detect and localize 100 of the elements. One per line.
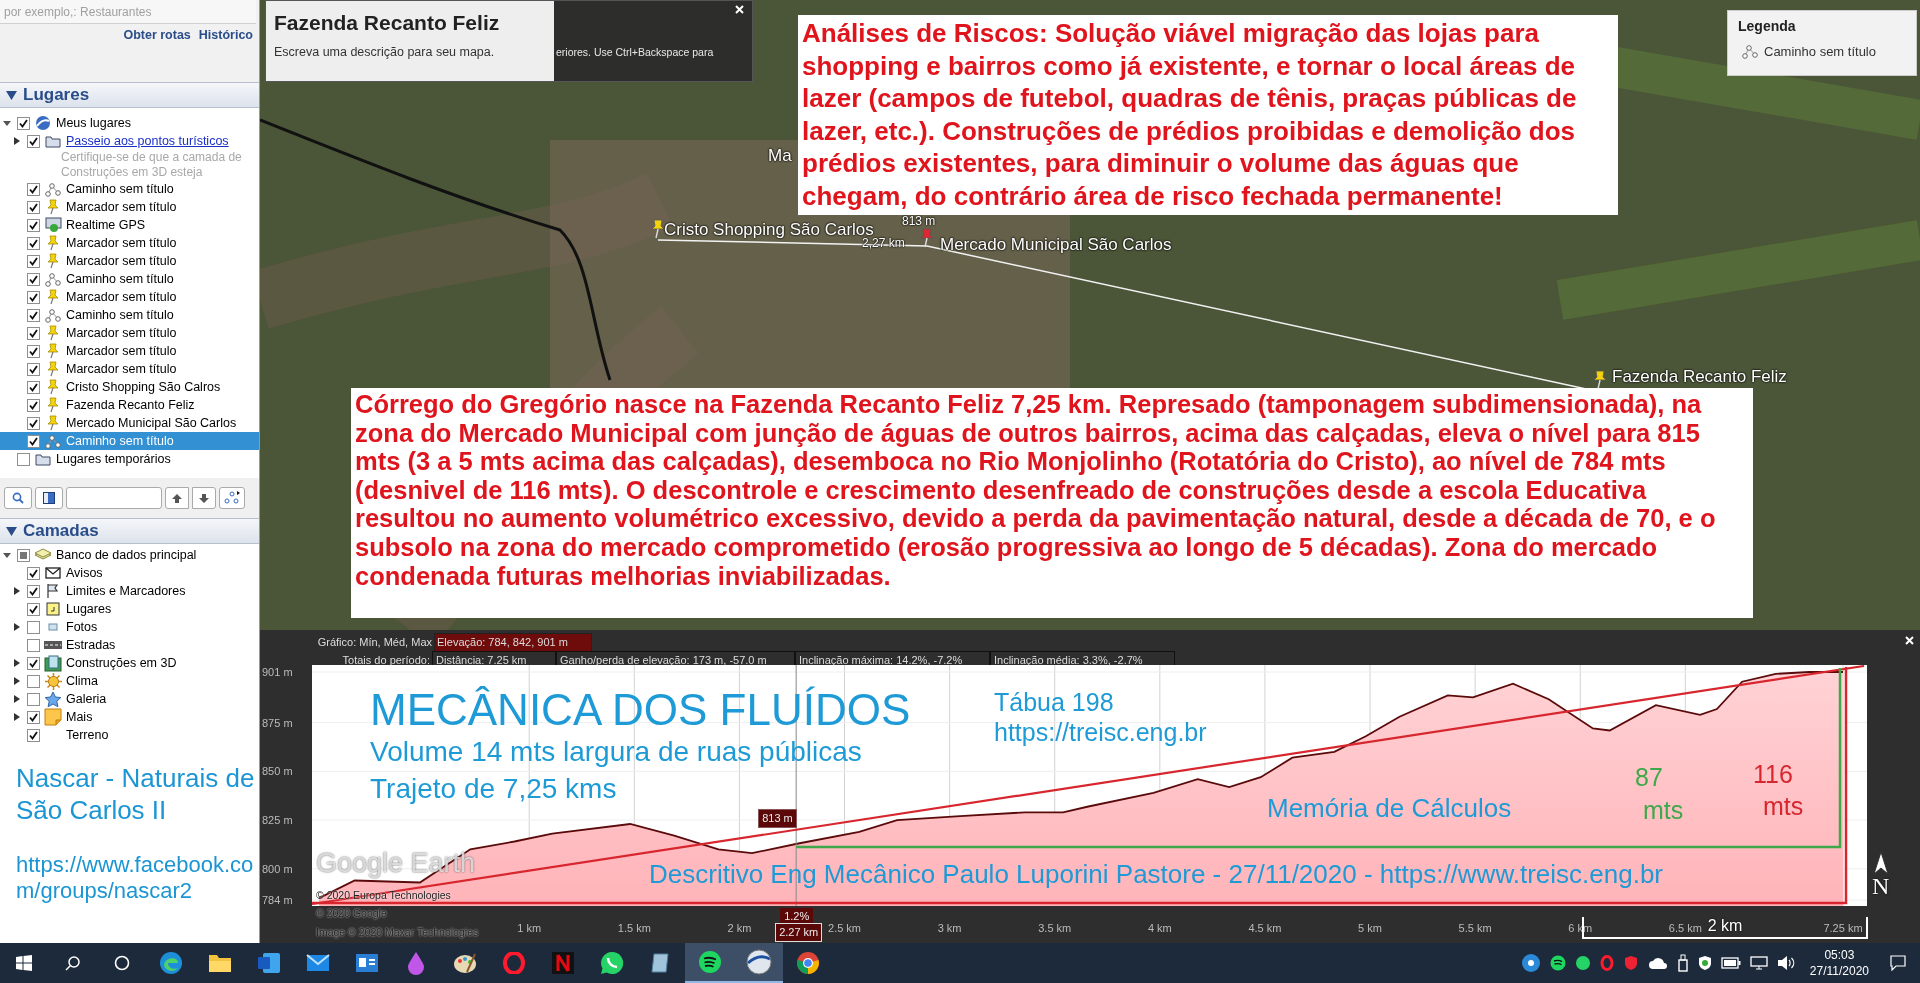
- checkbox[interactable]: [27, 434, 40, 448]
- tree-item[interactable]: Construções em 3D: [0, 654, 259, 672]
- checkbox[interactable]: [27, 692, 40, 706]
- move-down-button[interactable]: [192, 487, 216, 509]
- checkbox[interactable]: [27, 566, 40, 580]
- checkbox[interactable]: [27, 236, 40, 250]
- checkbox[interactable]: [27, 674, 40, 688]
- tree-item[interactable]: Lugares temporários: [0, 450, 259, 468]
- tree-item[interactable]: Caminho sem título: [0, 270, 259, 288]
- expanded-arrow-icon[interactable]: [3, 118, 13, 128]
- tree-item[interactable]: Limites e Marcadores: [0, 582, 259, 600]
- checkbox[interactable]: [27, 380, 40, 394]
- checkbox[interactable]: [27, 134, 40, 148]
- ring-icon[interactable]: [1599, 955, 1614, 971]
- close-button[interactable]: [1905, 636, 1914, 645]
- tree-item[interactable]: Estradas: [0, 636, 259, 654]
- tree-item[interactable]: Passeio aos pontos turísticos: [0, 132, 259, 150]
- risk-note: Análises de Riscos: Solução viável migração das lojas para shopping e bairros como já existente, e tornar o local áreas de lazer (campos de futebol, quadras de tênis, praças públicas de lazer, etc.). Construções de prédios proibidas e demolição dos prédios existentes, para diminuir o volume das águas que chegam, do contrário área de risco fechada permanente!: [798, 15, 1618, 215]
- tree-item[interactable]: Marcador sem título: [0, 252, 259, 270]
- checkbox[interactable]: [27, 710, 40, 724]
- checkbox[interactable]: [27, 344, 40, 358]
- checkbox[interactable]: [27, 272, 40, 286]
- speaker-icon[interactable]: [1776, 955, 1795, 971]
- tree-item[interactable]: Marcador sem título: [0, 342, 259, 360]
- checkbox[interactable]: [27, 656, 40, 670]
- tree-item[interactable]: Marcador sem título: [0, 324, 259, 342]
- checkbox[interactable]: [27, 584, 40, 598]
- move-up-button[interactable]: [165, 487, 189, 509]
- checkbox[interactable]: [17, 548, 30, 562]
- checkbox[interactable]: [27, 362, 40, 376]
- battery-icon[interactable]: [1720, 957, 1741, 969]
- totals-label: Totais do período:: [341, 653, 431, 668]
- checkbox[interactable]: [27, 416, 40, 430]
- map-pin-icon[interactable]: [920, 228, 934, 248]
- tree-item[interactable]: Avisos: [0, 564, 259, 582]
- scale-label: 2 km: [1707, 917, 1743, 936]
- map-pin-icon[interactable]: [651, 219, 665, 239]
- usb-drive-icon[interactable]: [1676, 954, 1689, 972]
- tree-item[interactable]: Fazenda Recanto Feliz: [0, 396, 259, 414]
- expanded-arrow-icon: [6, 526, 17, 536]
- tree-item[interactable]: Marcador sem título: [0, 360, 259, 378]
- sound-wave-icon[interactable]: [1549, 955, 1566, 971]
- expanded-arrow-icon[interactable]: [3, 550, 13, 560]
- search-button[interactable]: [4, 487, 32, 509]
- satellite-map[interactable]: [260, 0, 1920, 630]
- tree-item[interactable]: Marcador sem título: [0, 198, 259, 216]
- tree-item[interactable]: Terreno: [0, 726, 259, 744]
- clock[interactable]: 05:03 27/11/2020: [1803, 947, 1875, 979]
- checkbox[interactable]: [27, 602, 40, 616]
- link[interactable]: Histórico: [198, 26, 253, 45]
- shield-icon[interactable]: [1697, 955, 1712, 971]
- checkbox[interactable]: [27, 254, 40, 268]
- panel-header[interactable]: Lugares: [0, 82, 259, 108]
- pushpin-icon: [47, 397, 59, 413]
- path-menu-button[interactable]: [219, 487, 245, 509]
- panel-toggle-button[interactable]: [35, 487, 63, 509]
- checkbox[interactable]: [27, 326, 40, 340]
- chat-bubble-icon[interactable]: [1574, 955, 1591, 971]
- tree-item[interactable]: Meus lugares: [0, 114, 259, 132]
- checkbox[interactable]: [27, 308, 40, 322]
- taskbar-app[interactable]: [734, 943, 783, 983]
- checkbox[interactable]: [27, 620, 40, 634]
- help-icon[interactable]: [1520, 953, 1541, 973]
- panel-header[interactable]: Camadas: [0, 518, 259, 544]
- close-button[interactable]: [735, 5, 744, 14]
- tree-item[interactable]: Marcador sem título: [0, 288, 259, 306]
- tree-item[interactable]: Clima: [0, 672, 259, 690]
- checkbox[interactable]: [27, 200, 40, 214]
- filter-field[interactable]: [66, 487, 162, 509]
- pushpin-icon: [47, 253, 59, 269]
- link[interactable]: Obter rotas: [123, 26, 191, 45]
- tree-item[interactable]: Fotos: [0, 618, 259, 636]
- checkbox[interactable]: [27, 398, 40, 412]
- checkbox[interactable]: [17, 116, 30, 130]
- cloud-icon[interactable]: [1647, 956, 1668, 970]
- folder-icon: [45, 134, 61, 148]
- tree-item[interactable]: Mais: [0, 708, 259, 726]
- tree-item[interactable]: Banco de dados principal: [0, 546, 259, 564]
- checkbox[interactable]: [17, 452, 30, 466]
- tree-item[interactable]: Cristo Shopping São Calros: [0, 378, 259, 396]
- checkbox[interactable]: [27, 182, 40, 196]
- axis-label: 2.5 km: [828, 921, 861, 935]
- map-pin-icon[interactable]: [1593, 370, 1607, 390]
- clock-date: 27/11/2020: [1809, 963, 1869, 979]
- search-field[interactable]: por exemplo,: Restaurantes: [0, 0, 256, 24]
- tree-item[interactable]: Lugares: [0, 600, 259, 618]
- tree-item[interactable]: Marcador sem título: [0, 234, 259, 252]
- tree-item[interactable]: Galeria: [0, 690, 259, 708]
- checkbox[interactable]: [27, 218, 40, 232]
- checkbox[interactable]: [27, 290, 40, 304]
- checkbox[interactable]: [27, 728, 40, 742]
- tree-item[interactable]: Caminho sem título: [0, 306, 259, 324]
- document-icon: [256, 952, 281, 974]
- checkbox[interactable]: [27, 638, 40, 652]
- network-icon[interactable]: [1749, 956, 1768, 970]
- tree-item[interactable]: Realtime GPS: [0, 216, 259, 234]
- map-label: 813 m: [902, 213, 936, 230]
- tree-item[interactable]: Mercado Municipal São Carlos: [0, 414, 259, 432]
- taskbar-app[interactable]: [685, 943, 734, 983]
- tree-item[interactable]: Caminho sem título: [0, 180, 259, 198]
